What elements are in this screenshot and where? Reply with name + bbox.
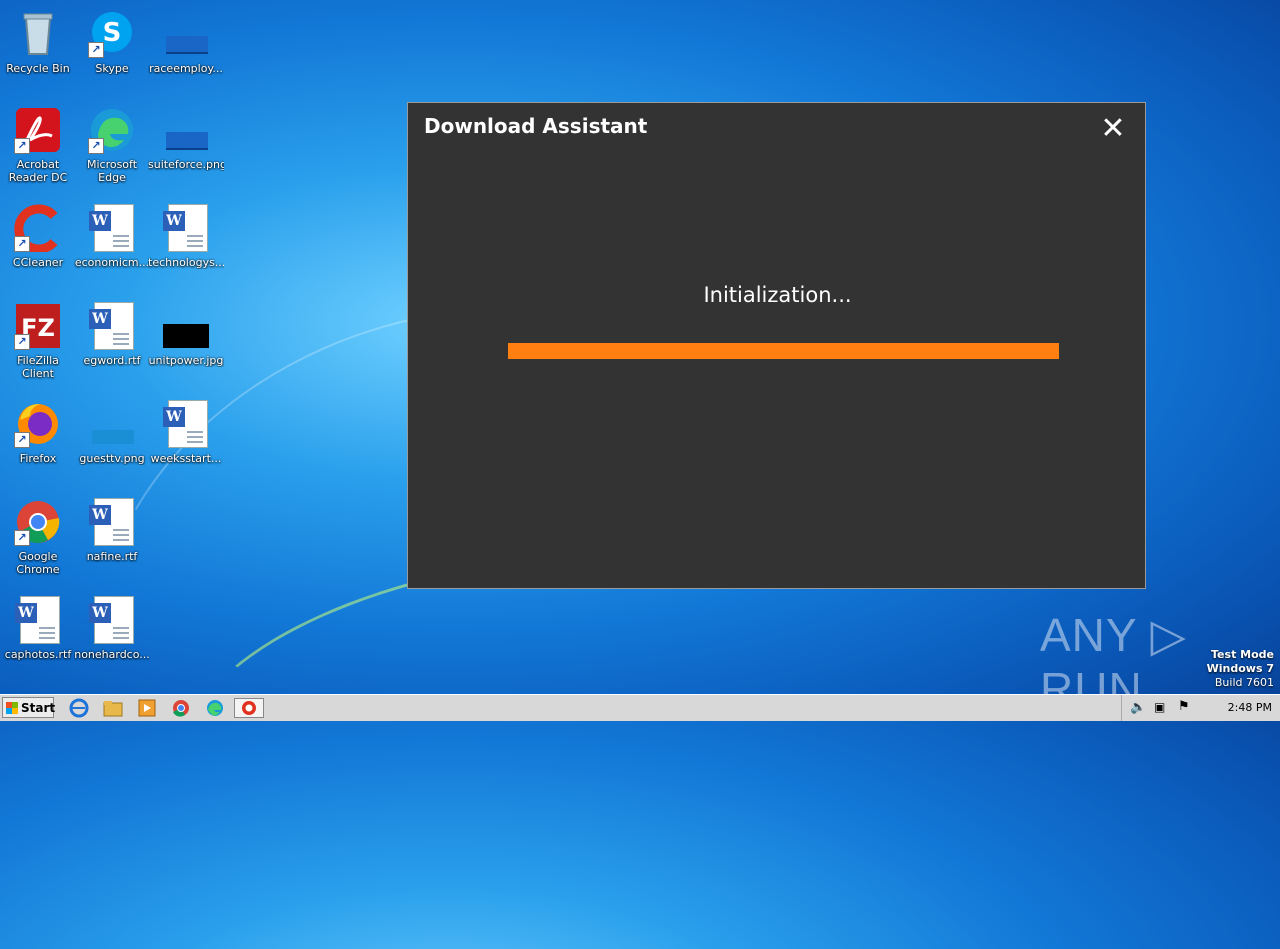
image-file-icon <box>162 10 210 58</box>
download-assistant-dialog: Download Assistant ✕ Initialization... <box>407 102 1146 589</box>
status-text: Initialization... <box>703 283 852 307</box>
desktop-icon-filezilla[interactable]: FZ ↗ FileZilla Client <box>0 298 76 390</box>
word-doc-icon: W <box>88 596 136 644</box>
start-label: Start <box>21 701 56 715</box>
desktop-icon-skype[interactable]: S ↗ Skype <box>74 6 150 98</box>
shortcut-arrow-icon: ↗ <box>14 432 30 448</box>
skype-icon: S ↗ <box>88 10 136 58</box>
desktop-icon-caphotos[interactable]: W caphotos.rtf <box>0 592 76 684</box>
progress-fill <box>508 343 1059 359</box>
windows-version-line: Windows 7 <box>1206 662 1274 675</box>
desktop-icon-ccleaner[interactable]: ↗ CCleaner <box>0 200 76 292</box>
desktop-icon-economicm[interactable]: W economicm... <box>74 200 150 292</box>
progress-bar <box>508 343 1059 359</box>
desktop-icon-guesttv[interactable]: guesttv.png <box>74 396 150 488</box>
svg-text:S: S <box>103 18 122 48</box>
edge-taskbar-icon[interactable] <box>204 698 226 718</box>
clock[interactable]: 2:48 PM <box>1228 701 1272 714</box>
filezilla-icon: FZ ↗ <box>14 302 62 350</box>
desktop-icon-label: Acrobat Reader DC <box>8 158 68 184</box>
desktop-icon-label: economicm... <box>74 256 150 269</box>
word-doc-icon: W <box>88 204 136 252</box>
chrome-taskbar-icon[interactable] <box>170 698 192 718</box>
word-doc-icon: W <box>162 400 210 448</box>
desktop-icon-label: Recycle Bin <box>6 62 70 75</box>
acrobat-icon: ↗ <box>14 106 62 154</box>
shortcut-arrow-icon: ↗ <box>88 42 104 58</box>
ccleaner-icon: ↗ <box>14 204 62 254</box>
shortcut-arrow-icon: ↗ <box>14 530 30 546</box>
desktop-icon-label: suiteforce.png <box>148 158 224 171</box>
chrome-icon: ↗ <box>14 498 62 546</box>
desktop-icon-label: egword.rtf <box>83 354 141 367</box>
shortcut-arrow-icon: ↗ <box>14 138 30 154</box>
edge-icon: ↗ <box>88 106 136 154</box>
recycle-bin-icon <box>14 10 62 58</box>
firefox-icon: ↗ <box>14 400 62 448</box>
desktop-icon-raceemploy[interactable]: raceemploy... <box>148 6 224 98</box>
desktop-icon-recycle-bin[interactable]: Recycle Bin <box>0 6 76 98</box>
desktop-icon-label: Google Chrome <box>16 550 60 576</box>
desktop-icon-label: nafine.rtf <box>86 550 138 563</box>
start-button[interactable]: Start <box>2 697 56 718</box>
desktop-icon-edge[interactable]: ↗ Microsoft Edge <box>74 102 150 194</box>
internet-explorer-icon[interactable] <box>68 698 90 718</box>
desktop-icon-label: FileZilla Client <box>17 354 59 380</box>
test-mode-notice: Test Mode Windows 7 Build 7601 <box>1207 648 1274 690</box>
word-doc-icon: W <box>14 596 62 644</box>
word-doc-icon: W <box>162 204 210 252</box>
desktop-icon-unitpower[interactable]: unitpower.jpg <box>148 298 224 390</box>
active-app-icon[interactable] <box>234 698 264 718</box>
media-player-icon[interactable] <box>136 698 158 718</box>
word-doc-icon: W <box>88 302 136 350</box>
desktop-icon-label: nonehardco... <box>74 648 150 661</box>
test-mode-line: Test Mode <box>1211 648 1274 661</box>
desktop-icon-label: unitpower.jpg <box>148 354 224 367</box>
system-tray: 🔈 ▣ ⚑ 2:48 PM <box>1121 695 1280 721</box>
network-icon[interactable]: ▣ <box>1154 700 1165 714</box>
desktop-icon-firefox[interactable]: ↗ Firefox <box>0 396 76 488</box>
desktop-icon-weeksstart[interactable]: W weeksstart... <box>148 396 224 488</box>
desktop-icon-label: CCleaner <box>12 256 64 269</box>
image-file-icon <box>162 302 210 350</box>
desktop-icon-suiteforce[interactable]: suiteforce.png <box>148 102 224 194</box>
image-file-icon <box>162 106 210 154</box>
desktop-icon-label: weeksstart... <box>150 452 222 465</box>
desktop-icon-chrome[interactable]: ↗ Google Chrome <box>0 494 76 586</box>
file-explorer-icon[interactable] <box>102 698 124 718</box>
volume-icon[interactable]: 🔈 <box>1130 700 1146 715</box>
taskbar: Start 🔈 ▣ ⚑ 2:48 PM <box>0 694 1280 721</box>
word-doc-icon: W <box>88 498 136 546</box>
desktop-icon-technologys[interactable]: W technologys... <box>148 200 224 292</box>
desktop-icon-label: guesttv.png <box>79 452 145 465</box>
desktop-icon-acrobat[interactable]: ↗ Acrobat Reader DC <box>0 102 76 194</box>
dialog-title: Download Assistant <box>424 114 648 138</box>
desktop-icon-label: Firefox <box>19 452 57 465</box>
desktop-icon-label: technologys... <box>148 256 224 269</box>
desktop-icon-label: caphotos.rtf <box>4 648 72 661</box>
desktop-icon-nonehardco[interactable]: W nonehardco... <box>74 592 150 684</box>
build-line: Build 7601 <box>1214 676 1274 689</box>
desktop-icon-egword[interactable]: W egword.rtf <box>74 298 150 390</box>
desktop-icon-label: raceemploy... <box>149 62 223 75</box>
desktop-icon-label: Skype <box>95 62 129 75</box>
desktop-icon-nafine[interactable]: W nafine.rtf <box>74 494 150 586</box>
image-file-icon <box>88 400 136 448</box>
desktop-icon-label: Microsoft Edge <box>86 158 138 184</box>
shortcut-arrow-icon: ↗ <box>14 236 30 252</box>
shortcut-arrow-icon: ↗ <box>88 138 104 154</box>
action-center-flag-icon[interactable]: ⚑ <box>1178 699 1190 714</box>
close-button[interactable]: ✕ <box>1095 111 1131 147</box>
shortcut-arrow-icon: ↗ <box>14 334 30 350</box>
windows-logo-icon <box>6 702 18 714</box>
